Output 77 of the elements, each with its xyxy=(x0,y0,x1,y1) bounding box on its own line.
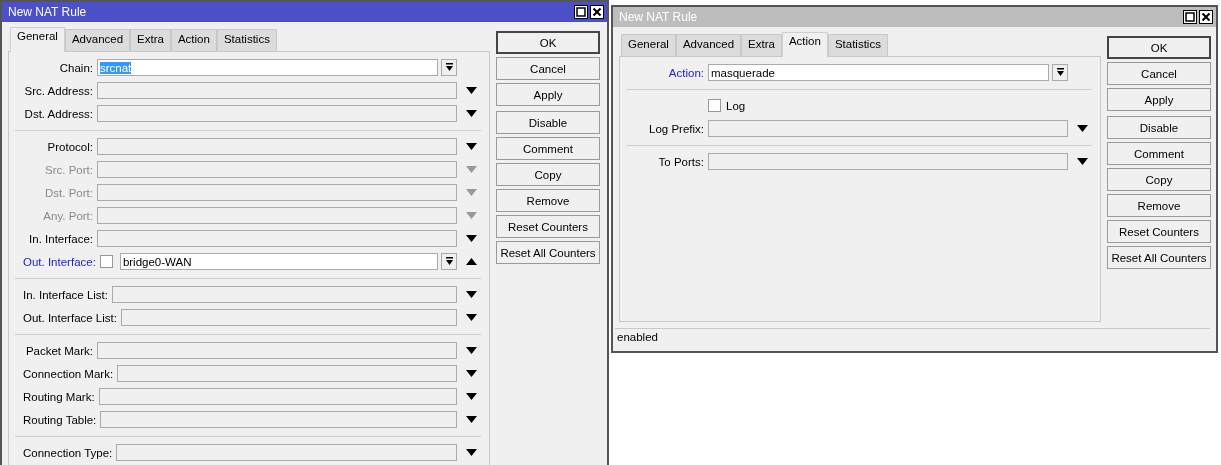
field-label: Any. Port: xyxy=(42,209,93,222)
negate-checkbox[interactable] xyxy=(99,255,113,268)
dropdown-button[interactable] xyxy=(441,59,457,76)
expand-arrow-icon[interactable] xyxy=(465,235,477,242)
checkbox-label: Log xyxy=(726,99,746,112)
expand-arrow-icon[interactable] xyxy=(465,370,477,377)
dialog-button[interactable]: Reset All Counters xyxy=(496,241,600,264)
dialog-button[interactable]: Disable xyxy=(1107,116,1211,139)
field-label: Src. Address: xyxy=(23,84,93,97)
tab[interactable]: General xyxy=(10,27,65,52)
expand-arrow-icon[interactable] xyxy=(1076,158,1088,165)
field-label: Packet Mark: xyxy=(24,344,93,357)
expand-arrow-icon[interactable] xyxy=(465,393,477,400)
close-icon[interactable] xyxy=(590,5,604,19)
dropdown-arrow-icon xyxy=(1055,68,1065,77)
dropdown-button[interactable] xyxy=(1052,64,1068,81)
collapse-arrow-icon[interactable] xyxy=(465,258,477,265)
expand-arrow-icon[interactable] xyxy=(465,291,477,298)
dialog-button[interactable]: Cancel xyxy=(1107,62,1211,85)
expand-arrow-icon[interactable] xyxy=(465,314,477,321)
field-label: Connection Type: xyxy=(23,446,113,459)
dialog-button[interactable]: Reset All Counters xyxy=(1107,246,1211,269)
dropdown-arrow-icon xyxy=(444,257,454,266)
dialog-button[interactable]: Apply xyxy=(1107,88,1211,111)
dialog-button[interactable]: Reset Counters xyxy=(1107,220,1211,243)
field-label: Connection Mark: xyxy=(23,367,114,380)
field-label: Log Prefix: xyxy=(648,122,704,135)
tab[interactable]: Action xyxy=(170,29,217,51)
dialog-button[interactable]: Cancel xyxy=(496,57,600,80)
dialog-button[interactable]: Remove xyxy=(1107,194,1211,217)
tab[interactable]: Extra xyxy=(130,29,171,51)
expand-arrow-icon[interactable] xyxy=(465,347,477,354)
maximize-icon[interactable] xyxy=(574,5,588,19)
dialog-button[interactable]: Copy xyxy=(1107,168,1211,191)
expand-arrow-icon[interactable] xyxy=(465,110,477,117)
dialog-button[interactable]: OK xyxy=(496,31,600,54)
field-label: Routing Table: xyxy=(23,413,97,426)
tab[interactable]: Extra xyxy=(741,34,782,56)
tab[interactable]: Advanced xyxy=(675,34,742,56)
tab[interactable]: General xyxy=(621,34,676,56)
dialog-button[interactable]: Remove xyxy=(496,189,600,212)
tab[interactable]: Advanced xyxy=(64,29,131,51)
field-label: Out. Interface: xyxy=(23,255,96,268)
dialog-button[interactable]: OK xyxy=(1107,36,1211,59)
dialog-button[interactable]: Apply xyxy=(496,83,600,106)
field-label: Routing Mark: xyxy=(23,390,95,403)
dropdown-arrow-icon xyxy=(444,63,454,72)
tab[interactable]: Action xyxy=(781,32,828,57)
tab[interactable]: Statistics xyxy=(216,29,277,51)
window-title: New NAT Rule xyxy=(8,5,87,19)
field-label: Protocol: xyxy=(46,140,93,153)
select-field[interactable]: masquerade xyxy=(708,64,1049,81)
expand-arrow-icon[interactable] xyxy=(465,87,477,94)
expand-arrow-icon[interactable] xyxy=(465,416,477,423)
dialog-button[interactable]: Comment xyxy=(496,137,600,160)
log-checkbox[interactable] xyxy=(708,99,721,112)
field-label: Src. Port: xyxy=(44,163,93,176)
field-label: Dst. Address: xyxy=(23,107,93,120)
field-label: To Ports: xyxy=(657,155,704,168)
field-label: In. Interface List: xyxy=(23,288,108,301)
window-title: New NAT Rule xyxy=(619,10,698,24)
field-label: Dst. Port: xyxy=(44,186,93,199)
dialog-button[interactable]: Copy xyxy=(496,163,600,186)
dialog-button[interactable]: Comment xyxy=(1107,142,1211,165)
expand-arrow-icon[interactable] xyxy=(1076,125,1088,132)
field-label: In. Interface: xyxy=(28,232,93,245)
tab[interactable]: Statistics xyxy=(827,34,888,56)
select-field[interactable]: bridge0-WAN xyxy=(119,253,438,270)
expand-arrow-icon[interactable] xyxy=(465,143,477,150)
expand-arrow-icon[interactable] xyxy=(465,449,477,456)
dialog-button[interactable]: Reset Counters xyxy=(496,215,600,238)
status-bar: enabled xyxy=(615,328,1210,349)
dialog-button[interactable]: Disable xyxy=(496,111,600,134)
dropdown-button[interactable] xyxy=(441,253,457,270)
field-label: Out. Interface List: xyxy=(23,311,117,324)
field-label: Action: xyxy=(667,66,704,79)
field-label: Chain: xyxy=(58,61,93,74)
